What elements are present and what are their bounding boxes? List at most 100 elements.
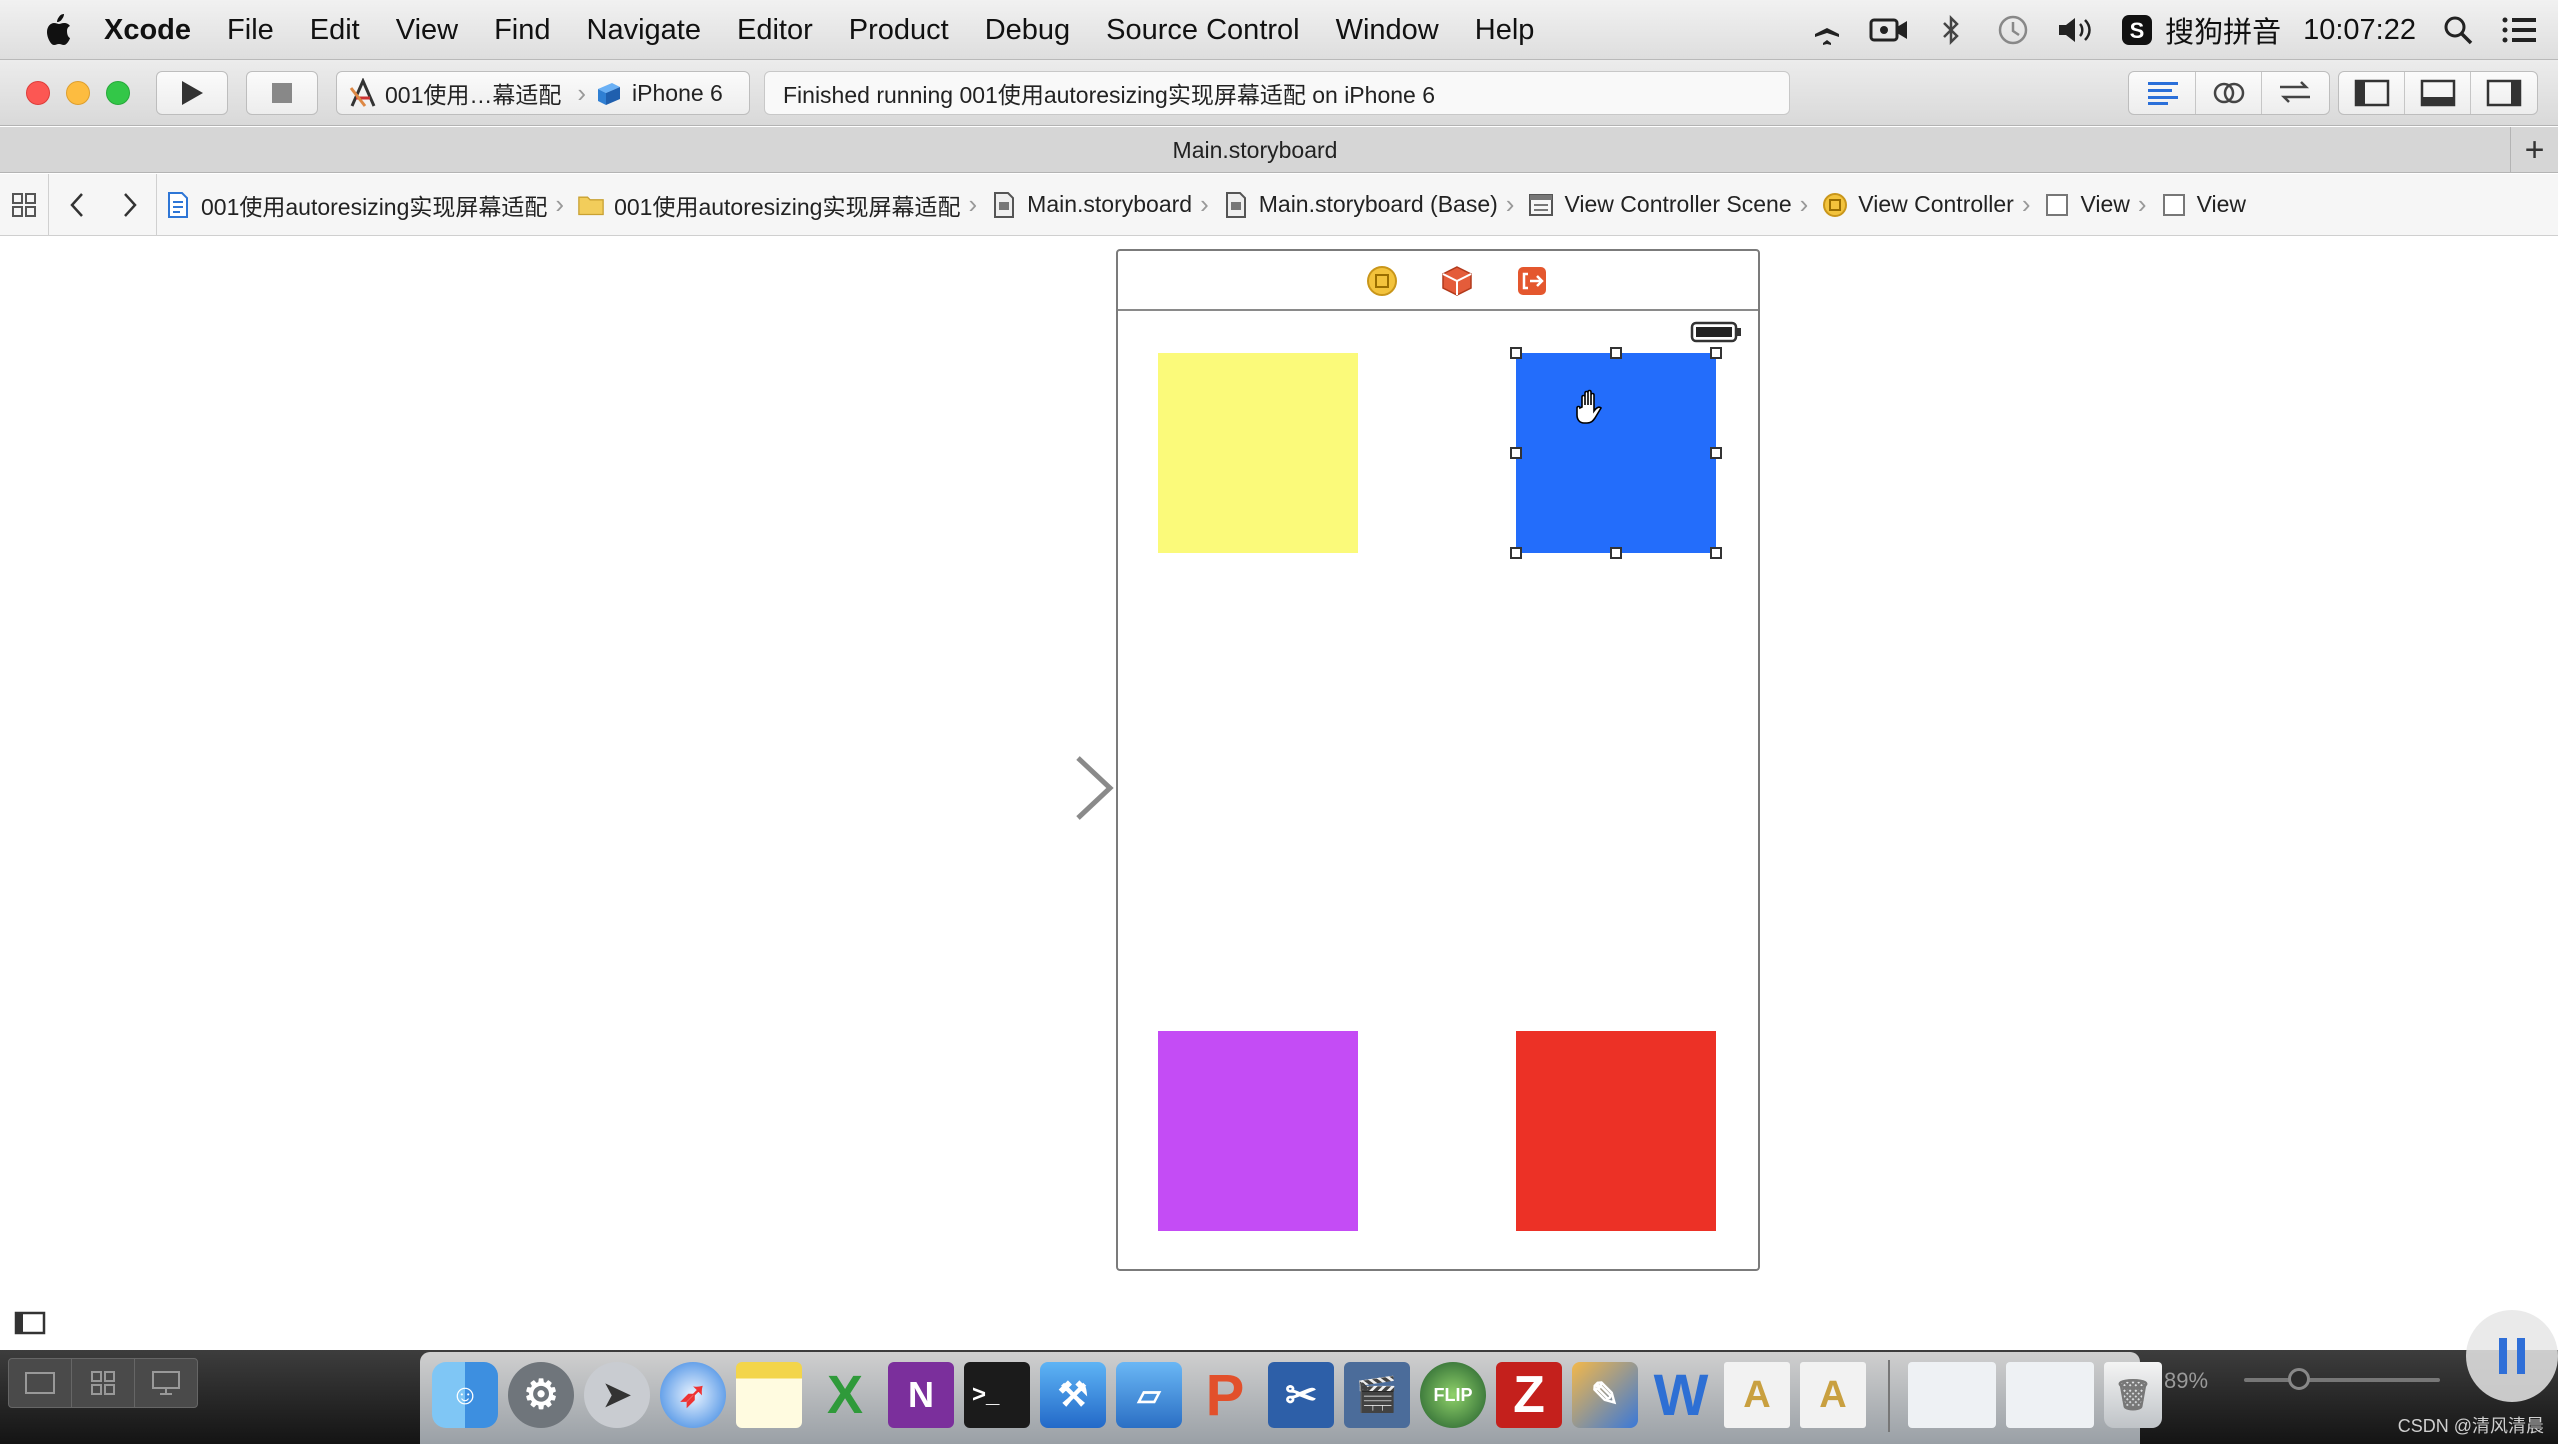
resize-handle-left[interactable] bbox=[1510, 447, 1522, 459]
navigate-forward-button[interactable] bbox=[104, 174, 156, 236]
downloads-stack-icon[interactable] bbox=[1908, 1362, 1996, 1428]
sketch-tool-icon[interactable]: ✎ bbox=[1572, 1362, 1638, 1428]
outline-mode-button[interactable] bbox=[9, 1359, 72, 1407]
xcode-document-2-icon[interactable]: A bbox=[1800, 1362, 1866, 1428]
exit-icon[interactable] bbox=[1516, 265, 1548, 302]
zoom-window-button[interactable] bbox=[106, 81, 130, 105]
jumpbar-crumb-project[interactable]: 001使用autoresizing实现屏幕适配 › bbox=[156, 173, 570, 236]
resize-handle-top[interactable] bbox=[1610, 347, 1622, 359]
toggle-debug-area-button[interactable] bbox=[2405, 72, 2471, 114]
airplane-icon[interactable] bbox=[1807, 10, 1847, 50]
storyboard-canvas[interactable] bbox=[0, 237, 2558, 1335]
jumpbar-crumb-subview[interactable]: View bbox=[2153, 174, 2246, 236]
video-camera-icon[interactable] bbox=[1869, 10, 1909, 50]
scheme-selector[interactable]: 001使用…幕适配 › iPhone 6 bbox=[336, 71, 750, 115]
resize-handle-bottom[interactable] bbox=[1610, 547, 1622, 559]
first-responder-icon[interactable] bbox=[1440, 265, 1474, 302]
add-tab-button[interactable]: + bbox=[2510, 127, 2558, 173]
onenote-icon[interactable]: N bbox=[888, 1362, 954, 1428]
resize-handle-top-left[interactable] bbox=[1510, 347, 1522, 359]
toggle-navigator-button[interactable] bbox=[2339, 72, 2405, 114]
toggle-outline-icon[interactable] bbox=[14, 1311, 46, 1335]
crumb-label: View bbox=[2080, 191, 2130, 217]
toggle-utilities-button[interactable] bbox=[2471, 72, 2537, 114]
menu-navigate[interactable]: Navigate bbox=[569, 0, 719, 60]
red-view[interactable] bbox=[1516, 1031, 1716, 1231]
initial-view-controller-arrow-icon[interactable] bbox=[920, 753, 1116, 823]
resize-handle-bottom-left[interactable] bbox=[1510, 547, 1522, 559]
assistant-editor-button[interactable] bbox=[2196, 72, 2262, 114]
spotlight-search-icon[interactable] bbox=[2438, 10, 2478, 50]
iphone-device-icon bbox=[594, 79, 624, 107]
notes-icon[interactable] bbox=[736, 1362, 802, 1428]
filezilla-icon[interactable]: Z bbox=[1496, 1362, 1562, 1428]
version-editor-button[interactable] bbox=[2262, 72, 2328, 114]
zoom-slider-knob[interactable] bbox=[2288, 1368, 2310, 1390]
minimize-window-button[interactable] bbox=[66, 81, 90, 105]
menu-window[interactable]: Window bbox=[1318, 0, 1457, 60]
menu-file[interactable]: File bbox=[209, 0, 292, 60]
finder-icon[interactable]: ☺ bbox=[432, 1362, 498, 1428]
movie-maker-icon[interactable]: 🎬 bbox=[1344, 1362, 1410, 1428]
jumpbar-crumb-scene[interactable]: View Controller Scene › bbox=[1520, 174, 1814, 236]
yellow-view[interactable] bbox=[1158, 353, 1358, 553]
input-method-label[interactable]: 搜狗拼音 bbox=[2165, 9, 2281, 51]
bluetooth-icon[interactable] bbox=[1931, 10, 1971, 50]
presentation-mode-button[interactable] bbox=[135, 1359, 197, 1407]
launchpad-icon[interactable]: ➤ bbox=[584, 1362, 650, 1428]
menu-debug[interactable]: Debug bbox=[967, 0, 1088, 60]
jumpbar-crumb-storyboard-base[interactable]: Main.storyboard (Base) › bbox=[1215, 174, 1521, 236]
flip-player-icon[interactable]: FLIP bbox=[1420, 1362, 1486, 1428]
tab-main-storyboard[interactable]: Main.storyboard bbox=[0, 127, 2510, 173]
system-preferences-icon[interactable]: ⚙ bbox=[508, 1362, 574, 1428]
menu-view[interactable]: View bbox=[378, 0, 476, 60]
grid-mode-button[interactable] bbox=[72, 1359, 135, 1407]
menu-edit[interactable]: Edit bbox=[292, 0, 378, 60]
folder-icon bbox=[578, 192, 604, 218]
blue-view[interactable] bbox=[1516, 353, 1716, 553]
purple-view[interactable] bbox=[1158, 1031, 1358, 1231]
jumpbar-crumb-storyboard[interactable]: Main.storyboard › bbox=[983, 174, 1215, 236]
jumpbar-crumb-view[interactable]: View › bbox=[2036, 174, 2152, 236]
powerpoint-icon[interactable]: P bbox=[1192, 1362, 1258, 1428]
standard-editor-button[interactable] bbox=[2130, 72, 2196, 114]
view-controller-scene[interactable] bbox=[1116, 249, 1760, 1271]
notification-center-icon[interactable] bbox=[2500, 10, 2540, 50]
xcode-dock-icon[interactable]: ⚒ bbox=[1040, 1362, 1106, 1428]
view-controller-dock-icon[interactable] bbox=[1366, 265, 1398, 302]
macos-dock: ☺ ⚙ ➤ ➶ X N >_ ⚒ ▱ P ✂ 🎬 FLIP Z ✎ W A A … bbox=[420, 1352, 2162, 1444]
pause-overlay-button[interactable] bbox=[2466, 1310, 2558, 1402]
word-icon[interactable]: W bbox=[1648, 1362, 1714, 1428]
safari-icon[interactable]: ➶ bbox=[660, 1362, 726, 1428]
stop-button[interactable] bbox=[246, 71, 318, 115]
related-items-icon[interactable] bbox=[0, 174, 48, 236]
apple-menu-icon[interactable] bbox=[30, 0, 86, 60]
menubar-clock[interactable]: 10:07:22 bbox=[2303, 14, 2416, 47]
excel-icon[interactable]: X bbox=[812, 1362, 878, 1428]
zoom-slider[interactable] bbox=[2244, 1368, 2440, 1390]
menu-source-control[interactable]: Source Control bbox=[1088, 0, 1317, 60]
menu-product[interactable]: Product bbox=[831, 0, 967, 60]
jumpbar-crumb-group[interactable]: 001使用autoresizing实现屏幕适配 › bbox=[570, 174, 983, 236]
menu-editor[interactable]: Editor bbox=[719, 0, 831, 60]
close-window-button[interactable] bbox=[26, 81, 50, 105]
resize-handle-top-right[interactable] bbox=[1710, 347, 1722, 359]
terminal-icon[interactable]: >_ bbox=[964, 1362, 1030, 1428]
documents-stack-icon[interactable] bbox=[2006, 1362, 2094, 1428]
resize-handle-right[interactable] bbox=[1710, 447, 1722, 459]
simulator-icon[interactable]: ▱ bbox=[1116, 1362, 1182, 1428]
screenshot-tool-icon[interactable]: ✂ bbox=[1268, 1362, 1334, 1428]
resize-handle-bottom-right[interactable] bbox=[1710, 547, 1722, 559]
time-machine-icon[interactable] bbox=[1993, 10, 2033, 50]
menu-find[interactable]: Find bbox=[476, 0, 568, 60]
navigate-back-button[interactable] bbox=[48, 173, 104, 236]
xcode-document-icon[interactable]: A bbox=[1724, 1362, 1790, 1428]
run-button[interactable] bbox=[156, 71, 228, 115]
sogou-input-icon[interactable]: S bbox=[2117, 10, 2157, 50]
menu-help[interactable]: Help bbox=[1457, 0, 1553, 60]
hand-cursor-icon bbox=[1576, 389, 1603, 424]
menu-app-xcode[interactable]: Xcode bbox=[86, 0, 209, 60]
jumpbar-crumb-view-controller[interactable]: View Controller › bbox=[1814, 174, 2036, 236]
trash-icon[interactable]: 🗑 bbox=[2104, 1362, 2162, 1428]
volume-icon[interactable] bbox=[2055, 10, 2095, 50]
